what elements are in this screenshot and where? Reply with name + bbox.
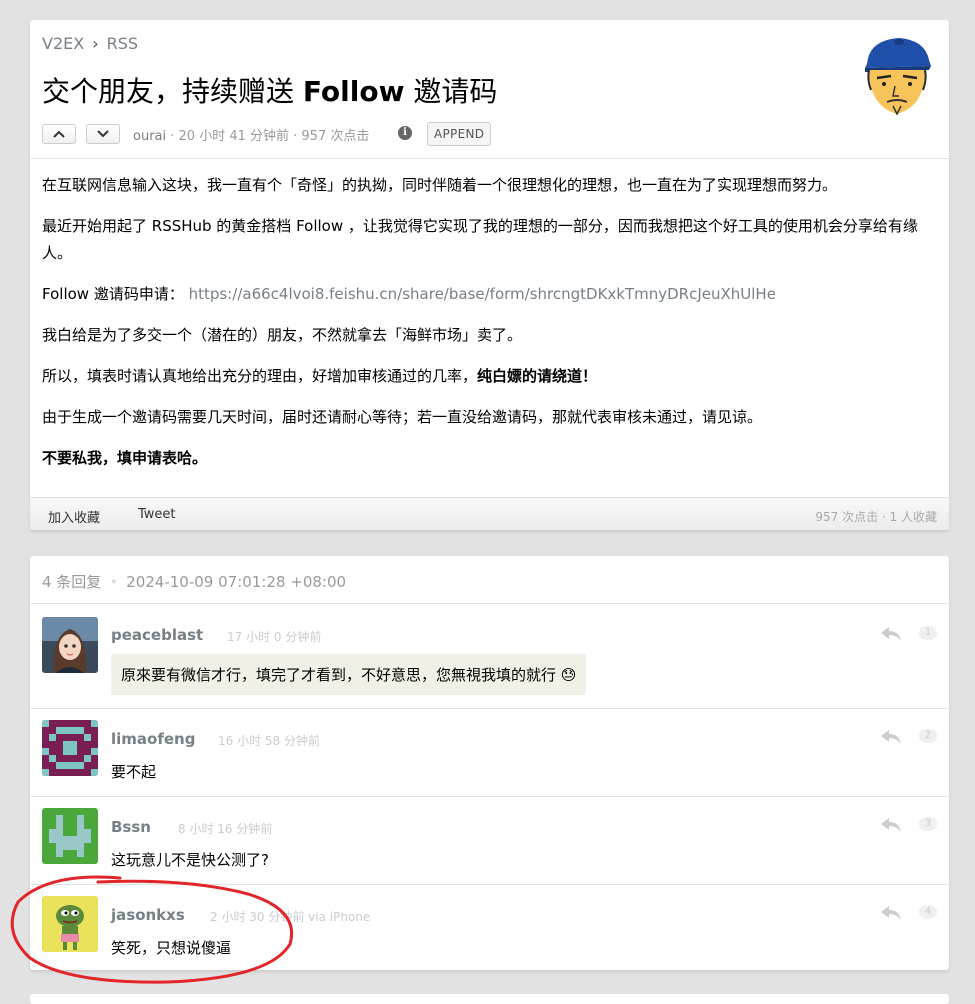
p5-text: 所以，填表时请认真地给出充分的理由，好增加审核通过的几率， bbox=[42, 367, 478, 385]
link-label: Follow 邀请码申请： bbox=[42, 285, 184, 303]
breadcrumb-site-link[interactable]: V2EX bbox=[42, 34, 84, 53]
reply-username[interactable]: peaceblast bbox=[111, 626, 203, 644]
reply-arrow-icon[interactable] bbox=[880, 729, 902, 745]
content-paragraph: 所以，填表时请认真地给出充分的理由，好增加审核通过的几率，纯白嫖的请绕道！ bbox=[42, 363, 937, 390]
topic-stats: 957 次点击 · 1 人收藏 bbox=[815, 510, 937, 524]
append-button[interactable]: APPEND bbox=[427, 122, 492, 146]
content-paragraph: 不要私我，填申请表哈。 bbox=[42, 445, 937, 472]
reply-username[interactable]: jasonkxs bbox=[111, 906, 185, 924]
reply-username[interactable]: Bssn bbox=[111, 818, 151, 836]
title-bold: Follow bbox=[302, 75, 405, 108]
topic-meta: ourai · 20 小时 41 分钟前 · 957 次点击 bbox=[133, 125, 369, 144]
user-avatar[interactable] bbox=[42, 720, 98, 776]
reply-time: 8 小时 16 分钟前 bbox=[178, 822, 273, 836]
reply-item: limaofeng 16 小时 58 分钟前 要不起 2 bbox=[30, 709, 949, 796]
add-favorite-link[interactable]: 加入收藏 bbox=[48, 507, 100, 526]
p5-bold-text: 纯白嫖的请绕道！ bbox=[477, 367, 598, 385]
upvote-button[interactable] bbox=[42, 124, 76, 144]
topic-author-link[interactable]: ourai bbox=[133, 129, 166, 144]
reply-floor-number: 2 bbox=[919, 729, 937, 743]
reply-time: 16 小时 58 分钟前 bbox=[218, 734, 320, 748]
reply-time: 17 小时 0 分钟前 bbox=[227, 630, 322, 644]
p7-bold-text: 不要私我，填申请表哈。 bbox=[42, 449, 208, 467]
downvote-button[interactable] bbox=[86, 124, 120, 144]
reply-text: 笑死，只想说傻逼 bbox=[111, 939, 232, 957]
content-paragraph: 最近开始用起了 RSSHub 的黄金搭档 Follow ，让我觉得它实现了我的理… bbox=[42, 217, 918, 262]
content-paragraph-link: Follow 邀请码申请： https://a66c4lvoi8.feishu.… bbox=[42, 281, 937, 308]
reply-arrow-icon[interactable] bbox=[880, 817, 902, 833]
content-paragraph: 我白给是为了多交一个（潜在的）朋友，不然就拿去「海鲜市场」卖了。 bbox=[42, 326, 523, 344]
replies-header: 4 条回复 • 2024-10-09 07:01:28 +08:00 bbox=[42, 571, 346, 592]
breadcrumb: V2EX › RSS bbox=[42, 34, 138, 53]
reply-time: 2 小时 30 分钟前 via iPhone bbox=[210, 910, 371, 924]
reply-username[interactable]: limaofeng bbox=[111, 730, 195, 748]
next-box-edge bbox=[30, 994, 949, 1004]
content-paragraph: 由于生成一个邀请码需要几天时间，届时还请耐心等待；若一直没给邀请码，那就代表审核… bbox=[42, 408, 763, 426]
reply-item: jasonkxs 2 小时 30 分钟前 via iPhone 笑死，只想说傻逼… bbox=[30, 885, 949, 970]
breadcrumb-separator: › bbox=[92, 34, 99, 53]
topic-title: 交个朋友，持续赠送 Follow 邀请码 bbox=[42, 70, 497, 110]
tweet-link[interactable]: Tweet bbox=[138, 507, 176, 522]
divider bbox=[30, 158, 949, 159]
reply-arrow-icon[interactable] bbox=[880, 626, 902, 642]
reply-floor-number: 4 bbox=[919, 905, 937, 919]
replies-box: 4 条回复 • 2024-10-09 07:01:28 +08:00 peacebl… bbox=[30, 556, 949, 970]
topic-box: V2EX › RSS 交个朋友，持续赠送 Follow 邀请码 ourai · 20… bbox=[30, 20, 949, 530]
topic-footer: 加入收藏 Tweet 957 次点击 · 1 人收藏 bbox=[30, 497, 949, 530]
author-avatar[interactable] bbox=[859, 34, 935, 118]
reply-text-highlight: 原來要有微信才行，填完了才看到，不好意思，您無視我填的就行 😓 bbox=[111, 654, 587, 695]
title-suffix: 邀请码 bbox=[404, 75, 498, 108]
chevron-down-icon bbox=[97, 130, 109, 138]
reply-text: 这玩意儿不是快公测了? bbox=[111, 851, 269, 869]
reply-count: 4 条回复 bbox=[42, 573, 102, 591]
user-avatar[interactable] bbox=[42, 808, 98, 864]
reply-text: 要不起 bbox=[111, 763, 157, 781]
form-link[interactable]: https://a66c4lvoi8.feishu.cn/share/base/… bbox=[189, 285, 776, 303]
title-prefix: 交个朋友，持续赠送 bbox=[42, 75, 303, 108]
topic-meta-text: · 20 小时 41 分钟前 · 957 次点击 bbox=[166, 129, 370, 144]
topic-date: 2024-10-09 07:01:28 +08:00 bbox=[126, 573, 347, 591]
topic-content: 在互联网信息输入这块，我一直有个「奇怪」的执拗，同时伴随着一个很理想化的理想，也… bbox=[42, 172, 937, 486]
user-avatar[interactable] bbox=[42, 617, 98, 673]
reply-floor-number: 1 bbox=[919, 626, 937, 640]
breadcrumb-node-link[interactable]: RSS bbox=[107, 34, 138, 53]
reply-arrow-icon[interactable] bbox=[880, 905, 902, 921]
chevron-up-icon bbox=[53, 130, 65, 138]
reply-item: peaceblast 17 小时 0 分钟前 原來要有微信才行，填完了才看到，不… bbox=[30, 604, 949, 708]
reply-item: Bssn 8 小时 16 分钟前 这玩意儿不是快公测了? 3 bbox=[30, 797, 949, 884]
user-avatar[interactable] bbox=[42, 896, 98, 952]
header-dot: • bbox=[109, 573, 119, 591]
reply-floor-number: 3 bbox=[919, 817, 937, 831]
reply-text: 原來要有微信才行，填完了才看到，不好意思，您無視我填的就行 😓 bbox=[111, 654, 587, 695]
info-icon[interactable]: i bbox=[398, 126, 412, 140]
content-paragraph: 在互联网信息输入这块，我一直有个「奇怪」的执拗，同时伴随着一个很理想化的理想，也… bbox=[42, 176, 838, 194]
